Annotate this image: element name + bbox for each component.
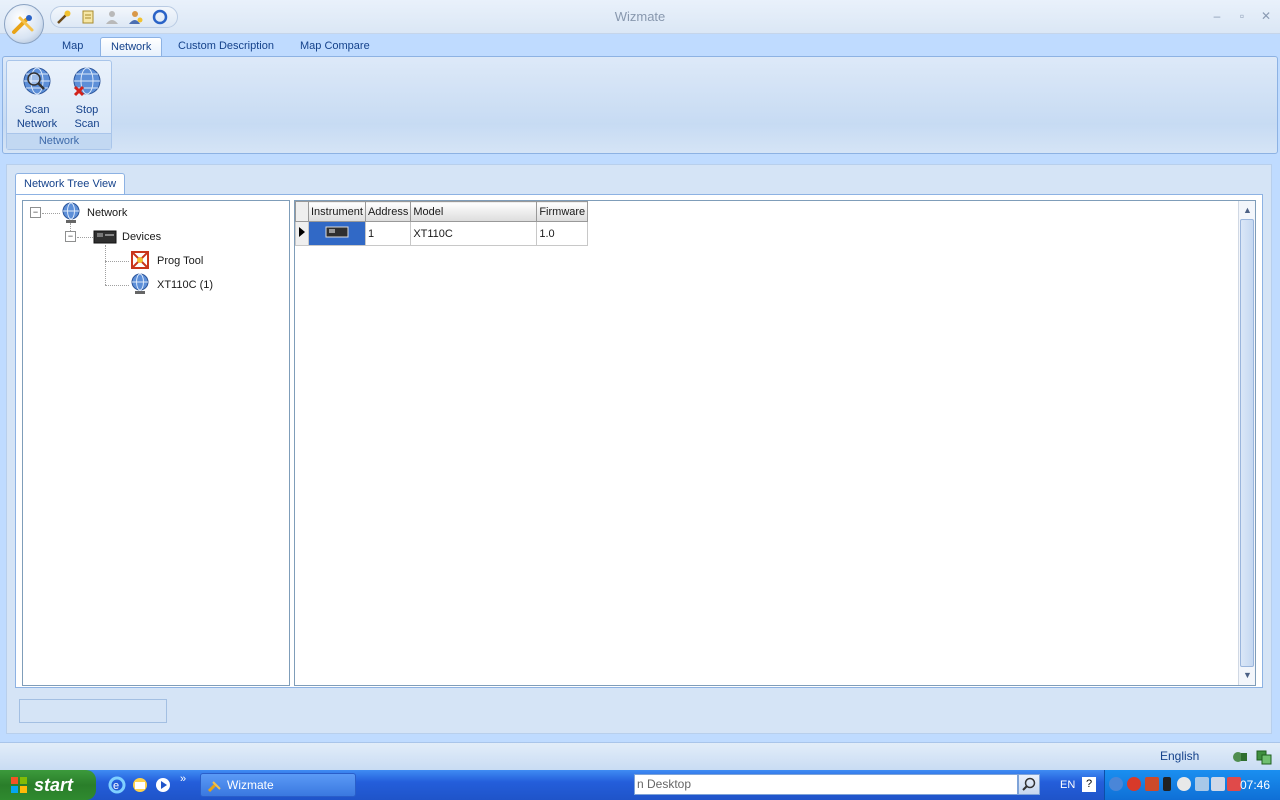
scan-network-button[interactable]: Scan Network [13, 65, 61, 131]
search-button[interactable] [1018, 774, 1040, 795]
tray-device-icon[interactable] [1195, 777, 1209, 791]
tray-battery-icon[interactable] [1163, 777, 1171, 791]
globe-stop-icon [70, 65, 104, 99]
tray-gear-icon[interactable] [1177, 777, 1191, 791]
tray-security-icon[interactable] [1127, 777, 1141, 791]
cell-address[interactable]: 1 [364, 221, 412, 246]
stop-scan-button[interactable]: Stop Scan [63, 65, 111, 131]
taskbar-wizmate-label: Wizmate [227, 778, 274, 792]
tree-line [105, 245, 106, 285]
column-header-instrument[interactable]: Instrument [308, 201, 366, 222]
ribbon-panel: Scan Network Stop Scan Network [2, 56, 1278, 154]
ribbon-tabs: Map Network Custom Description Map Compa… [0, 34, 1280, 57]
language-bar: EN ? [1052, 770, 1104, 800]
scroll-up-icon[interactable]: ▲ [1240, 202, 1255, 218]
tray-settings-icon[interactable] [1211, 777, 1225, 791]
collapse-devices-toggle[interactable]: − [65, 231, 76, 242]
status-field [19, 699, 167, 723]
cell-firmware[interactable]: 1.0 [536, 221, 589, 246]
scroll-thumb[interactable] [1240, 219, 1254, 667]
ribbon-group-label: Network [7, 133, 111, 149]
start-label: start [34, 774, 74, 795]
scan-network-label-1: Scan [24, 104, 50, 116]
stop-scan-label-1: Stop [75, 104, 99, 116]
instruments-grid: Instrument Address Model Firmware 1 XT11… [294, 200, 1256, 686]
start-button[interactable]: start [0, 770, 96, 800]
tree-node-devices[interactable]: Devices [122, 231, 161, 243]
internet-explorer-icon[interactable]: e [108, 776, 126, 794]
instruments-table: Instrument Address Model Firmware 1 XT11… [295, 201, 589, 246]
collapse-network-toggle[interactable]: − [30, 207, 41, 218]
tree-line [105, 261, 129, 262]
taskbar: start e » Wizmate n Desktop EN ? 07:46 [0, 770, 1280, 800]
minimize-icon[interactable]: – [1209, 8, 1225, 24]
tree-line [77, 237, 93, 238]
scan-network-label-2: Network [16, 118, 58, 130]
tree-line [105, 285, 129, 286]
title-bar: Wizmate – ▫ ✕ [0, 0, 1280, 34]
document-area: − Network − Devices Prog Tool XT110C (1)… [15, 194, 1263, 688]
main-panel: Network Tree View − Network − Devices Pr… [6, 164, 1272, 734]
app-logo-icon [207, 781, 221, 793]
tab-network-tree-view[interactable]: Network Tree View [15, 173, 126, 195]
tree-node-xt110c[interactable]: XT110C (1) [157, 279, 213, 291]
svg-text:e: e [113, 780, 119, 792]
status-bar: English [0, 742, 1280, 770]
tab-custom-description[interactable]: Custom Description [168, 37, 284, 57]
table-row[interactable]: 1 XT110C 1.0 [295, 221, 589, 246]
network-tree[interactable]: − Network − Devices Prog Tool XT110C (1) [22, 200, 290, 686]
window-title: Wizmate [614, 9, 666, 24]
column-header-firmware[interactable]: Firmware [536, 201, 589, 222]
search-icon [1022, 777, 1036, 791]
media-player-icon[interactable] [154, 776, 172, 794]
clock[interactable]: 07:46 [1240, 778, 1270, 792]
connection-status-icon[interactable] [1256, 749, 1272, 765]
tray-arrow-icon[interactable] [1109, 777, 1123, 791]
tab-map-compare[interactable]: Map Compare [290, 37, 380, 57]
ribbon-group-network: Scan Network Stop Scan Network [6, 60, 112, 150]
instrument-globe-icon [129, 273, 151, 295]
row-header-corner [295, 201, 309, 222]
mail-icon[interactable] [131, 776, 149, 794]
windows-logo-icon [11, 777, 27, 793]
device-icon [325, 226, 349, 238]
tree-node-prog-tool[interactable]: Prog Tool [157, 255, 203, 267]
column-header-address[interactable]: Address [364, 201, 412, 222]
prog-tool-icon [129, 249, 151, 271]
close-icon[interactable]: ✕ [1258, 8, 1274, 24]
tree-line [42, 213, 60, 214]
stop-scan-label-2: Scan [74, 118, 100, 130]
application-menu-button[interactable] [4, 4, 44, 44]
system-tray: 07:46 [1104, 770, 1280, 800]
help-icon[interactable]: ? [1082, 777, 1096, 792]
desktop-search-input[interactable]: n Desktop [634, 774, 1018, 795]
column-header-model[interactable]: Model [410, 201, 538, 222]
maximize-icon[interactable]: ▫ [1234, 8, 1250, 24]
tab-network[interactable]: Network [100, 37, 163, 57]
network-globe-icon [60, 202, 82, 224]
chevron-right-icon[interactable]: » [180, 773, 186, 785]
device-icon [93, 227, 117, 249]
vertical-scrollbar[interactable]: ▲ ▼ [1238, 201, 1255, 685]
network-status-icon[interactable] [1232, 749, 1248, 765]
app-logo-icon [12, 15, 34, 34]
taskbar-wizmate-button[interactable]: Wizmate [200, 773, 356, 797]
tray-network-icon[interactable] [1145, 777, 1159, 791]
cell-instrument[interactable] [308, 221, 366, 246]
cell-model[interactable]: XT110C [410, 221, 538, 246]
globe-search-icon [20, 65, 54, 99]
tray-disconnect-icon[interactable] [1227, 777, 1241, 791]
row-selector-icon[interactable] [295, 221, 309, 246]
language-indicator-en[interactable]: EN [1060, 779, 1075, 791]
language-indicator[interactable]: English [1160, 749, 1199, 763]
tree-node-network[interactable]: Network [87, 207, 127, 219]
scroll-down-icon[interactable]: ▼ [1240, 667, 1255, 683]
tab-map[interactable]: Map [52, 37, 93, 57]
